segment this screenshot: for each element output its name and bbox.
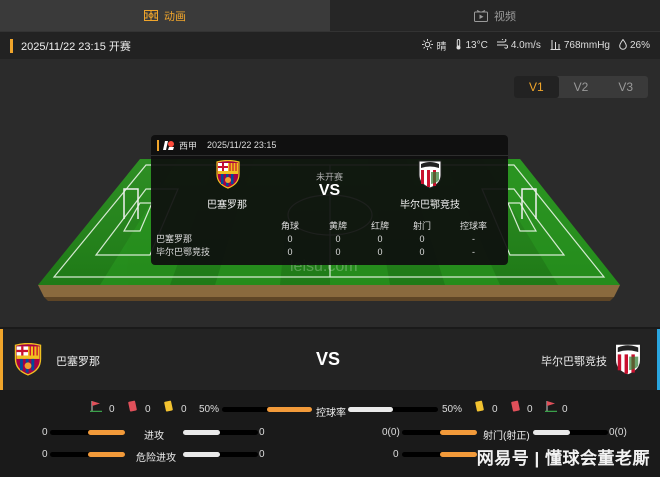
row-value: 0 [419, 246, 425, 257]
laliga-logo-icon [163, 140, 175, 151]
danger-home: 0 [42, 449, 48, 460]
table-row: 巴塞罗那 0 0 0 0 - [156, 232, 504, 245]
tab-video[interactable]: 视频 [330, 0, 660, 31]
stats-panel: 0 0 0 50% 控球率 50% 0 0 0 0 进攻 0 0(0) 射门(射… [0, 390, 660, 477]
field-icon [144, 10, 158, 21]
away-team-name: 毕尔巴鄂竞技 [541, 356, 607, 368]
row-value: 0 [419, 233, 425, 244]
league-name: 西甲 [179, 140, 198, 151]
pressure-text: 768mmHg [563, 40, 610, 51]
weather-text: 晴 [436, 42, 447, 53]
tab-animation[interactable]: 动画 [0, 0, 330, 31]
attack-away-bar [183, 430, 220, 435]
kickoff-time: 2025/11/22 23:15 开赛 [21, 40, 131, 53]
accent-mark [157, 139, 159, 151]
table-row: 毕尔巴鄂竞技 0 0 0 0 - [156, 245, 504, 258]
table-header: 角球 黄牌 红牌 射门 控球率 [156, 219, 504, 232]
pressure-icon [550, 39, 561, 53]
athletic-crest-icon [417, 160, 443, 192]
version-switch: V1 V2 V3 [514, 76, 648, 98]
attack-away: 0 [259, 427, 265, 438]
shots-away-bar [533, 430, 570, 435]
tab-animation-label: 动画 [164, 10, 186, 23]
row-value: 0 [335, 233, 341, 244]
row-value: 0 [287, 246, 293, 257]
match-card: 西甲 2025/11/22 23:15 巴塞罗那 未开赛 VS 毕尔巴鄂竞技 角… [151, 135, 508, 265]
danger-away-bar [183, 452, 220, 457]
away-possession-bar [348, 407, 393, 412]
corner-flag-icon [545, 400, 557, 415]
row-value: - [472, 246, 475, 257]
danger-label: 危险进攻 [136, 453, 176, 464]
weather-info: 晴 13°C 4.0m/s 768mmHg 26% [422, 37, 650, 53]
stat-home-bar [440, 452, 477, 457]
away-red-cards: 0 [527, 404, 533, 415]
version-v1-button[interactable]: V1 [514, 76, 559, 98]
stat-home-value: 0 [393, 449, 399, 460]
row-value: 0 [287, 233, 293, 244]
sun-icon [422, 38, 434, 53]
home-team-name: 巴塞罗那 [56, 356, 100, 368]
col-shots: 射门 [412, 221, 431, 231]
humidity-text: 26% [629, 40, 650, 51]
shots-away: 0(0) [609, 427, 627, 438]
card-stats-table: 角球 黄牌 红牌 射门 控球率 巴塞罗那 0 0 0 0 - 毕尔巴鄂竞技 0 … [156, 219, 504, 258]
version-v2-button[interactable]: V2 [559, 76, 604, 98]
wind-text: 4.0m/s [510, 40, 541, 51]
shots-home-bar [440, 430, 477, 435]
tab-bar: 动画 视频 [0, 0, 660, 31]
home-red-cards: 0 [145, 404, 151, 415]
match-card-header: 西甲 2025/11/22 23:15 [151, 135, 508, 156]
danger-home-bar [88, 452, 125, 457]
row-team: 毕尔巴鄂竞技 [156, 247, 211, 257]
animation-stage: leisu.com V1 V2 V3 西甲 2025/11/22 23:15 巴… [0, 59, 660, 327]
version-v3-button[interactable]: V3 [603, 76, 648, 98]
away-corners: 0 [562, 404, 568, 415]
footer-watermark: 网易号 | 懂球会董老厮 [476, 449, 650, 468]
video-icon [474, 9, 488, 22]
thermometer-icon [455, 38, 462, 53]
athletic-crest-icon [613, 343, 643, 379]
temperature-text: 13°C [465, 40, 488, 51]
possession-label: 控球率 [316, 408, 346, 419]
home-possession-bar [267, 407, 312, 412]
teams-bar: 巴塞罗那 VS 毕尔巴鄂竞技 [0, 329, 660, 390]
yellow-card-icon [475, 400, 485, 415]
row-team: 巴塞罗那 [156, 234, 193, 244]
tab-video-label: 视频 [494, 10, 516, 23]
red-card-icon [511, 400, 521, 415]
row-value: 0 [377, 233, 383, 244]
home-corners: 0 [109, 404, 115, 415]
away-possession: 50% [442, 404, 463, 415]
danger-away: 0 [259, 449, 265, 460]
row-value: 0 [335, 246, 341, 257]
col-corners: 角球 [280, 221, 299, 231]
card-away-name: 毕尔巴鄂竞技 [400, 200, 460, 211]
row-value: 0 [377, 246, 383, 257]
away-yellow-cards: 0 [492, 404, 498, 415]
home-edge [0, 329, 3, 390]
wind-icon [496, 37, 508, 52]
match-info-bar: 2025/11/22 23:15 开赛 晴 13°C 4.0m/s 768mmH… [0, 31, 660, 59]
shots-home: 0(0) [382, 427, 400, 438]
barcelona-crest-icon [13, 342, 43, 379]
attack-label: 进攻 [144, 431, 164, 442]
yellow-card-icon [164, 400, 174, 415]
col-yellow: 黄牌 [328, 221, 347, 231]
accent-mark [10, 38, 13, 53]
attack-home-bar [88, 430, 125, 435]
humidity-icon [619, 38, 627, 53]
row-value: - [472, 233, 475, 244]
teams-vs: VS [316, 349, 341, 369]
card-teams: 巴塞罗那 未开赛 VS 毕尔巴鄂竞技 [151, 156, 508, 212]
red-card-icon [128, 400, 138, 415]
home-possession: 50% [199, 404, 220, 415]
col-red: 红牌 [370, 221, 389, 231]
home-yellow-cards: 0 [181, 404, 187, 415]
attack-home: 0 [42, 427, 48, 438]
col-possession: 控球率 [459, 221, 487, 231]
corner-flag-icon [90, 400, 102, 415]
shots-label: 射门(射正) [483, 431, 530, 442]
card-datetime: 2025/11/22 23:15 [207, 140, 277, 150]
